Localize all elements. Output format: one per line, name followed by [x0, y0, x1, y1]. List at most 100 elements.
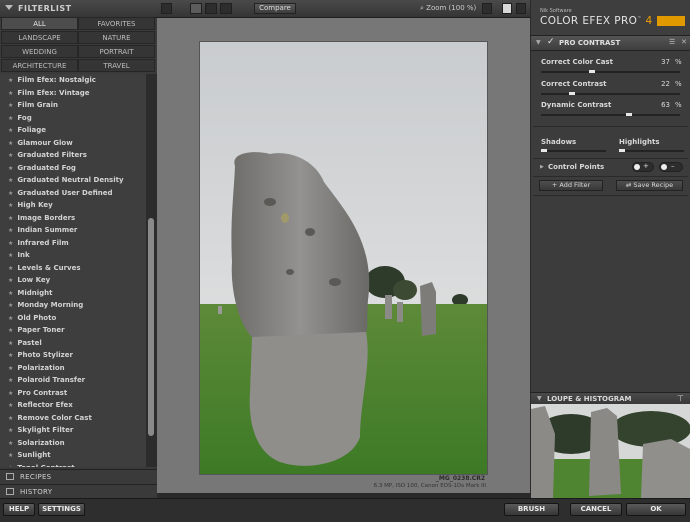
filter-item[interactable]: ★ Graduated Filters [0, 149, 146, 162]
remove-control-point-button[interactable]: – [659, 162, 683, 172]
slider-knob[interactable] [625, 113, 632, 116]
ok-button[interactable]: OK [626, 503, 686, 516]
category-landscape[interactable]: LANDSCAPE [1, 31, 78, 44]
favorite-star-icon[interactable]: ★ [8, 165, 13, 172]
favorite-star-icon[interactable]: ★ [8, 115, 13, 122]
favorite-star-icon[interactable]: ★ [8, 440, 13, 447]
scrollbar-thumb[interactable] [148, 218, 154, 436]
expand-triangle-icon[interactable]: ▶ [540, 164, 544, 170]
favorite-star-icon[interactable]: ★ [8, 427, 13, 434]
filter-item[interactable]: ★ Film Efex: Vintage [0, 87, 146, 100]
favorite-star-icon[interactable]: ★ [8, 365, 13, 372]
collapse-triangle-icon[interactable]: ▼ [537, 395, 542, 402]
zoom-dropdown-icon[interactable] [482, 3, 492, 14]
favorite-star-icon[interactable]: ★ [8, 315, 13, 322]
favorite-star-icon[interactable]: ★ [8, 377, 13, 384]
favorite-star-icon[interactable]: ★ [8, 140, 13, 147]
filter-item[interactable]: ★ Tonal Contrast [0, 462, 146, 468]
single-view-icon[interactable] [190, 3, 202, 14]
compare-button[interactable]: Compare [254, 3, 296, 14]
preview-photo[interactable] [199, 41, 488, 475]
filter-item[interactable]: ★ Remove Color Cast [0, 412, 146, 425]
filter-item[interactable]: ★ Photo Stylizer [0, 349, 146, 362]
filter-item[interactable]: ★ Ink [0, 249, 146, 262]
filter-item[interactable]: ★ Image Borders [0, 212, 146, 225]
filter-item[interactable]: ★ Pro Contrast [0, 387, 146, 400]
side-by-side-view-icon[interactable] [220, 3, 232, 14]
shadows-slider[interactable] [541, 150, 606, 152]
highlights-slider-knob[interactable] [619, 149, 625, 152]
help-button[interactable]: HELP [3, 503, 35, 516]
save-recipe-button[interactable]: ⇄ Save Recipe [616, 180, 683, 191]
filter-item[interactable]: ★ Graduated Neutral Density [0, 174, 146, 187]
favorite-star-icon[interactable]: ★ [8, 340, 13, 347]
category-nature[interactable]: NATURE [78, 31, 155, 44]
favorite-star-icon[interactable]: ★ [8, 127, 13, 134]
split-view-icon[interactable] [205, 3, 217, 14]
filter-header[interactable]: ▼ ✓ PRO CONTRAST ☰ ✕ [531, 35, 690, 51]
favorite-star-icon[interactable]: ★ [8, 390, 13, 397]
add-control-point-button[interactable]: + [632, 162, 654, 172]
filter-item[interactable]: ★ High Key [0, 199, 146, 212]
filter-item[interactable]: ★ Sunlight [0, 449, 146, 462]
favorite-star-icon[interactable]: ★ [8, 302, 13, 309]
category-travel[interactable]: TRAVEL [78, 59, 155, 72]
background-light-icon[interactable] [502, 3, 512, 14]
filter-item[interactable]: ★ Solarization [0, 437, 146, 450]
category-all[interactable]: ALL [1, 17, 78, 30]
favorite-star-icon[interactable]: ★ [8, 415, 13, 422]
filter-item[interactable]: ★ Skylight Filter [0, 424, 146, 437]
checkmark-icon[interactable]: ✓ [547, 37, 555, 47]
filter-item[interactable]: ★ Midnight [0, 287, 146, 300]
filter-item[interactable]: ★ Pastel [0, 337, 146, 350]
add-filter-button[interactable]: + Add Filter [539, 180, 603, 191]
favorite-star-icon[interactable]: ★ [8, 265, 13, 272]
favorite-star-icon[interactable]: ★ [8, 202, 13, 209]
slider-track[interactable] [541, 93, 680, 95]
favorite-star-icon[interactable]: ★ [8, 465, 13, 468]
favorite-star-icon[interactable]: ★ [8, 277, 13, 284]
filter-item[interactable]: ★ Polaroid Transfer [0, 374, 146, 387]
filter-item[interactable]: ★ Low Key [0, 274, 146, 287]
filter-item[interactable]: ★ Paper Toner [0, 324, 146, 337]
toggle-left-panel-icon[interactable] [161, 3, 172, 14]
favorite-star-icon[interactable]: ★ [8, 177, 13, 184]
toggle-right-panel-icon[interactable] [516, 3, 526, 14]
favorite-star-icon[interactable]: ★ [8, 227, 13, 234]
filter-item[interactable]: ★ Levels & Curves [0, 262, 146, 275]
shadows-slider-knob[interactable] [541, 149, 547, 152]
filter-item[interactable]: ★ Graduated Fog [0, 162, 146, 175]
favorite-star-icon[interactable]: ★ [8, 152, 13, 159]
slider-knob[interactable] [568, 92, 575, 95]
loupe-preview[interactable] [531, 404, 690, 498]
filter-item[interactable]: ★ Reflector Efex [0, 399, 146, 412]
favorite-star-icon[interactable]: ★ [8, 402, 13, 409]
favorite-star-icon[interactable]: ★ [8, 215, 13, 222]
close-icon[interactable]: ✕ [681, 38, 687, 46]
collapse-triangle-icon[interactable]: ▼ [536, 39, 541, 46]
slider-track[interactable] [541, 114, 680, 116]
filter-item[interactable]: ★ Film Efex: Nostalgic [0, 74, 146, 87]
category-wedding[interactable]: WEDDING [1, 45, 78, 58]
history-section[interactable]: HISTORY [0, 484, 157, 499]
filterlist-header[interactable]: FILTERLIST [0, 0, 157, 18]
recipes-section[interactable]: RECIPES [0, 469, 157, 484]
category-favorites[interactable]: FAVORITES [78, 17, 155, 30]
category-architecture[interactable]: ARCHITECTURE [1, 59, 78, 72]
filter-item[interactable]: ★ Fog [0, 112, 146, 125]
filter-item[interactable]: ★ Polarization [0, 362, 146, 375]
cancel-button[interactable]: CANCEL [570, 503, 622, 516]
favorite-star-icon[interactable]: ★ [8, 252, 13, 259]
category-portrait[interactable]: PORTRAIT [78, 45, 155, 58]
settings-button[interactable]: SETTINGS [38, 503, 85, 516]
favorite-star-icon[interactable]: ★ [8, 90, 13, 97]
slider-track[interactable] [541, 71, 680, 73]
favorite-star-icon[interactable]: ★ [8, 77, 13, 84]
favorite-star-icon[interactable]: ★ [8, 327, 13, 334]
pin-icon[interactable]: ⊤ [677, 394, 684, 403]
slider-knob[interactable] [589, 70, 596, 73]
filter-item[interactable]: ★ Infrared Film [0, 237, 146, 250]
filter-item[interactable]: ★ Indian Summer [0, 224, 146, 237]
favorite-star-icon[interactable]: ★ [8, 290, 13, 297]
favorite-star-icon[interactable]: ★ [8, 240, 13, 247]
